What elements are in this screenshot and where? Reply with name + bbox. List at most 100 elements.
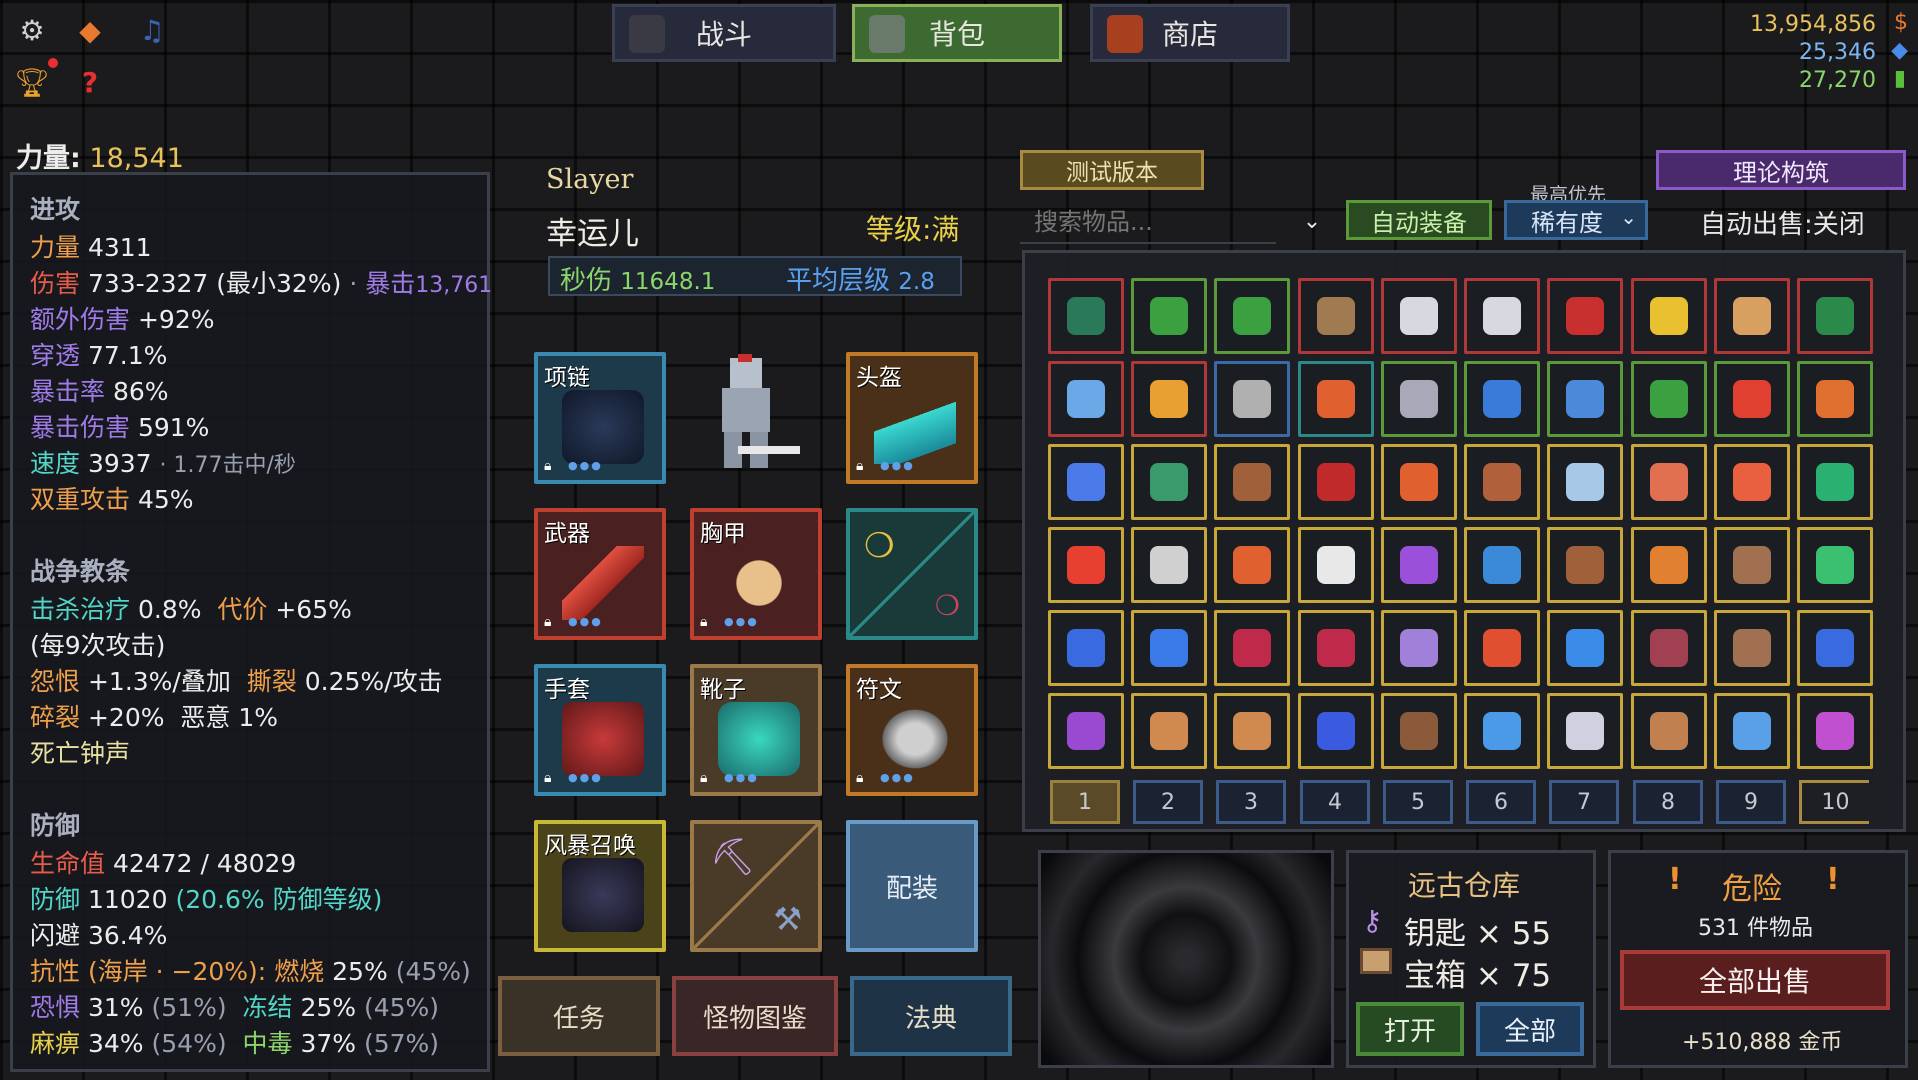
inventory-slot[interactable]: [1380, 361, 1457, 437]
inventory-slot[interactable]: [1380, 444, 1457, 520]
inventory-slot[interactable]: [1547, 444, 1624, 520]
tab-backpack[interactable]: 背包: [852, 4, 1062, 62]
inventory-slot[interactable]: [1131, 278, 1208, 354]
page-button[interactable]: 7: [1549, 780, 1619, 824]
inventory-slot[interactable]: [1464, 361, 1541, 437]
quest-button[interactable]: 任务: [498, 976, 660, 1056]
loadout-button[interactable]: 配装: [846, 820, 978, 952]
slot-chest[interactable]: 胸甲 🔒︎ ●●●: [690, 508, 822, 640]
page-button[interactable]: 3: [1216, 780, 1286, 824]
inventory-slot[interactable]: [1464, 610, 1541, 686]
inventory-slot[interactable]: [1713, 278, 1790, 354]
trophy-icon[interactable]: 🏆︎: [10, 60, 54, 104]
auto-sell-toggle[interactable]: 自动出售:关闭: [1700, 204, 1865, 241]
inventory-slot[interactable]: [1797, 444, 1874, 520]
inventory-slot[interactable]: [1797, 361, 1874, 437]
slot-necklace[interactable]: 项链 🔒︎ ●●●: [534, 352, 666, 484]
inventory-slot[interactable]: [1797, 527, 1874, 603]
inventory-slot[interactable]: [1630, 527, 1707, 603]
slot-storm-summon[interactable]: 风暴召唤: [534, 820, 666, 952]
tab-shop[interactable]: 商店: [1090, 4, 1290, 62]
inventory-slot[interactable]: [1131, 527, 1208, 603]
slot-tools[interactable]: ⛏ ⚒: [690, 820, 822, 952]
inventory-slot[interactable]: [1547, 693, 1624, 769]
page-button[interactable]: 2: [1133, 780, 1203, 824]
music-note-icon[interactable]: ♫: [130, 8, 174, 52]
sell-all-button[interactable]: 全部出售: [1620, 950, 1890, 1010]
inventory-slot[interactable]: [1713, 610, 1790, 686]
inventory-slot[interactable]: [1713, 693, 1790, 769]
inventory-slot[interactable]: [1048, 693, 1124, 769]
slot-boots[interactable]: 靴子 🔒︎ ●●●: [690, 664, 822, 796]
inventory-slot[interactable]: [1713, 444, 1790, 520]
open-all-button[interactable]: 全部: [1476, 1002, 1584, 1056]
inventory-slot[interactable]: [1380, 278, 1457, 354]
page-button[interactable]: 10: [1799, 780, 1869, 824]
page-button[interactable]: 4: [1300, 780, 1370, 824]
inventory-slot[interactable]: [1713, 361, 1790, 437]
inventory-slot[interactable]: [1297, 610, 1374, 686]
inventory-slot[interactable]: [1630, 361, 1707, 437]
inventory-slot[interactable]: [1048, 610, 1124, 686]
inventory-slot[interactable]: [1048, 527, 1124, 603]
theory-build-button[interactable]: 理论构筑: [1656, 150, 1906, 190]
bestiary-button[interactable]: 怪物图鉴: [672, 976, 838, 1056]
fox-mask-icon[interactable]: ◆: [68, 8, 112, 52]
inventory-slot[interactable]: [1131, 693, 1208, 769]
inventory-slot[interactable]: [1297, 278, 1374, 354]
slot-rings[interactable]: ❍ ❍: [846, 508, 978, 640]
inventory-slot[interactable]: [1297, 444, 1374, 520]
inventory-slot[interactable]: [1797, 278, 1874, 354]
inventory-slot[interactable]: [1048, 278, 1124, 354]
inventory-slot[interactable]: [1048, 444, 1124, 520]
inventory-slot[interactable]: [1214, 610, 1291, 686]
inventory-slot[interactable]: [1380, 527, 1457, 603]
inventory-slot[interactable]: [1464, 444, 1541, 520]
inventory-slot[interactable]: [1048, 361, 1124, 437]
inventory-slot[interactable]: [1464, 278, 1541, 354]
inventory-slot[interactable]: [1214, 693, 1291, 769]
inventory-slot[interactable]: [1131, 444, 1208, 520]
slot-rune[interactable]: 符文 🔒︎ ●●●: [846, 664, 978, 796]
tab-battle[interactable]: 战斗: [612, 4, 836, 62]
inventory-slot[interactable]: [1547, 610, 1624, 686]
inventory-slot[interactable]: [1630, 278, 1707, 354]
codex-button[interactable]: 法典: [850, 976, 1012, 1056]
inventory-slot[interactable]: [1297, 361, 1374, 437]
slot-helmet[interactable]: 头盔 🔒︎ ●●●: [846, 352, 978, 484]
inventory-slot[interactable]: [1547, 361, 1624, 437]
page-button[interactable]: 9: [1716, 780, 1786, 824]
inventory-slot[interactable]: [1214, 444, 1291, 520]
inventory-slot[interactable]: [1214, 527, 1291, 603]
page-button[interactable]: 5: [1383, 780, 1453, 824]
inventory-slot[interactable]: [1380, 693, 1457, 769]
slot-gloves[interactable]: 手套 🔒︎ ●●●: [534, 664, 666, 796]
inventory-slot[interactable]: [1214, 361, 1291, 437]
help-icon[interactable]: ?: [68, 60, 112, 104]
inventory-slot[interactable]: [1630, 693, 1707, 769]
inventory-slot[interactable]: [1797, 610, 1874, 686]
inventory-slot[interactable]: [1214, 278, 1291, 354]
inventory-slot[interactable]: [1131, 610, 1208, 686]
inventory-slot[interactable]: [1713, 527, 1790, 603]
slot-weapon[interactable]: 武器 🔒︎ ●●●: [534, 508, 666, 640]
inventory-slot[interactable]: [1131, 361, 1208, 437]
inventory-slot[interactable]: [1630, 610, 1707, 686]
inventory-slot[interactable]: [1297, 693, 1374, 769]
page-button[interactable]: 6: [1466, 780, 1536, 824]
inventory-slot[interactable]: [1547, 527, 1624, 603]
inventory-slot[interactable]: [1380, 610, 1457, 686]
rarity-priority-select[interactable]: 稀有度 ⌄: [1504, 200, 1648, 240]
page-button[interactable]: 1: [1050, 780, 1120, 824]
inventory-slot[interactable]: [1797, 693, 1874, 769]
page-button[interactable]: 8: [1633, 780, 1703, 824]
open-chest-button[interactable]: 打开: [1356, 1002, 1464, 1056]
inventory-slot[interactable]: [1547, 278, 1624, 354]
search-input[interactable]: [1020, 202, 1276, 244]
inventory-slot[interactable]: [1630, 444, 1707, 520]
settings-gear-icon[interactable]: ⚙: [10, 8, 54, 52]
inventory-slot[interactable]: [1464, 693, 1541, 769]
auto-equip-button[interactable]: 自动装备: [1346, 200, 1492, 240]
chevron-down-icon[interactable]: ⌄: [1290, 202, 1334, 240]
inventory-slot[interactable]: [1464, 527, 1541, 603]
